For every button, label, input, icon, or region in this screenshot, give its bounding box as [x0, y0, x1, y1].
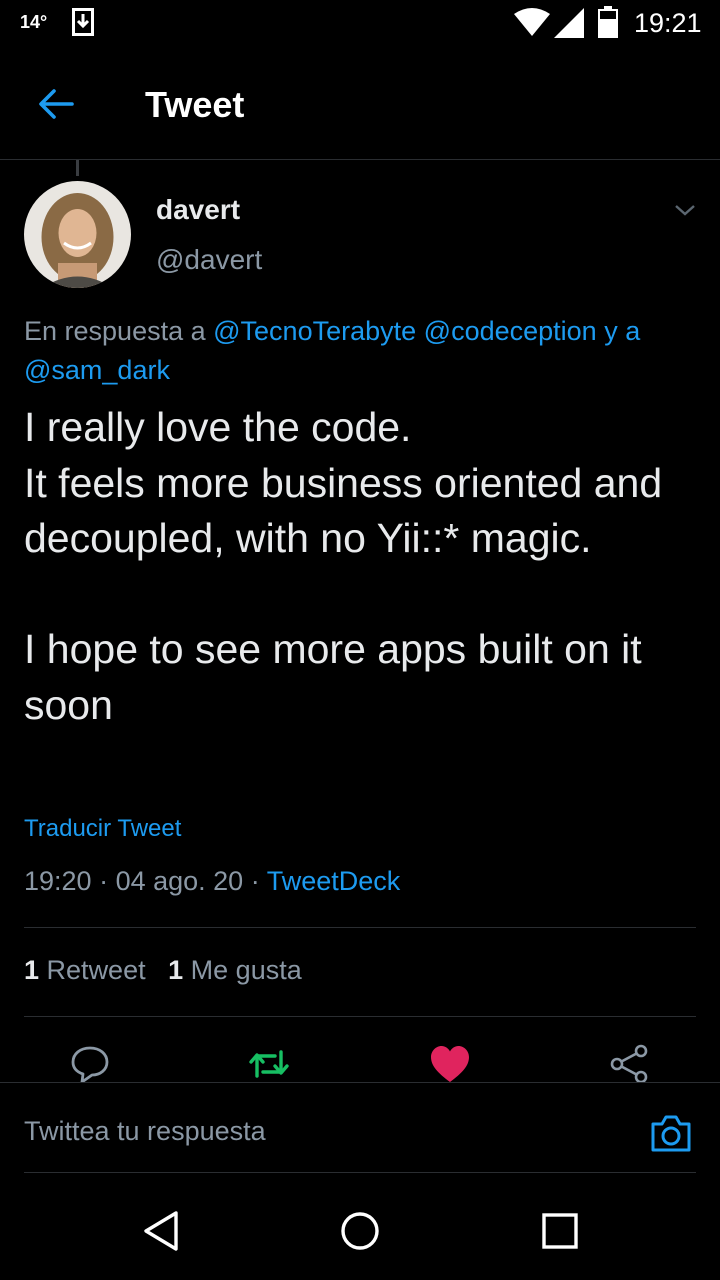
page-title: Tweet — [145, 84, 245, 125]
retweets-count: 1 — [24, 955, 40, 985]
mention-link[interactable]: @sam_dark — [24, 355, 170, 385]
translate-tweet-link[interactable]: Traducir Tweet — [24, 815, 181, 843]
download-icon — [72, 8, 94, 36]
likes-count: 1 — [168, 955, 184, 985]
tweet-text: I really love the code. It feels more bu… — [24, 404, 663, 728]
like-icon[interactable] — [428, 1042, 472, 1086]
retweet-icon[interactable] — [247, 1042, 291, 1086]
share-icon[interactable] — [607, 1042, 651, 1086]
status-time: 19:21 — [634, 8, 702, 38]
mention-link[interactable]: @TecnoTerabyte — [213, 316, 416, 346]
likes-stat[interactable]: 1 Me gusta — [168, 955, 302, 985]
camera-icon[interactable] — [648, 1110, 694, 1156]
header-divider — [0, 159, 720, 160]
tweet-source-link[interactable]: TweetDeck — [267, 866, 401, 896]
tweet-time: 19:20 — [24, 866, 92, 896]
likes-label: Me gusta — [190, 955, 302, 985]
tweet-meta: 19:20 · 04 ago. 20 · TweetDeck — [24, 866, 400, 897]
divider — [24, 927, 696, 928]
reply-icon[interactable] — [68, 1042, 112, 1086]
reply-join: y a — [596, 316, 641, 346]
avatar[interactable] — [24, 181, 131, 288]
author-name[interactable]: davert — [156, 194, 240, 226]
wifi-icon — [514, 8, 550, 36]
reply-context: En respuesta a @TecnoTerabyte @codecepti… — [24, 312, 694, 390]
nav-home-icon[interactable] — [338, 1209, 382, 1253]
thread-connector — [76, 160, 79, 176]
divider — [24, 1016, 696, 1017]
retweets-label: Retweet — [46, 955, 146, 985]
signal-icon — [554, 8, 584, 38]
mention-link[interactable]: @codeception — [424, 316, 597, 346]
battery-icon — [598, 6, 618, 38]
back-arrow-icon[interactable] — [36, 84, 76, 124]
tweet-stats: 1 Retweet 1 Me gusta — [24, 955, 302, 986]
reply-input[interactable]: Twittea tu respuesta — [24, 1116, 266, 1147]
tweet-date: 04 ago. 20 — [115, 866, 244, 896]
meta-separator: · — [91, 866, 116, 896]
status-temperature: 14° — [20, 12, 48, 32]
chevron-down-icon[interactable] — [672, 200, 698, 220]
nav-recents-icon[interactable] — [541, 1212, 579, 1250]
retweets-stat[interactable]: 1 Retweet — [24, 955, 146, 985]
nav-back-icon[interactable] — [140, 1208, 184, 1254]
author-handle[interactable]: @davert — [156, 244, 262, 276]
divider — [24, 1172, 696, 1173]
reply-prefix: En respuesta a — [24, 316, 214, 346]
meta-separator: · — [243, 866, 267, 896]
